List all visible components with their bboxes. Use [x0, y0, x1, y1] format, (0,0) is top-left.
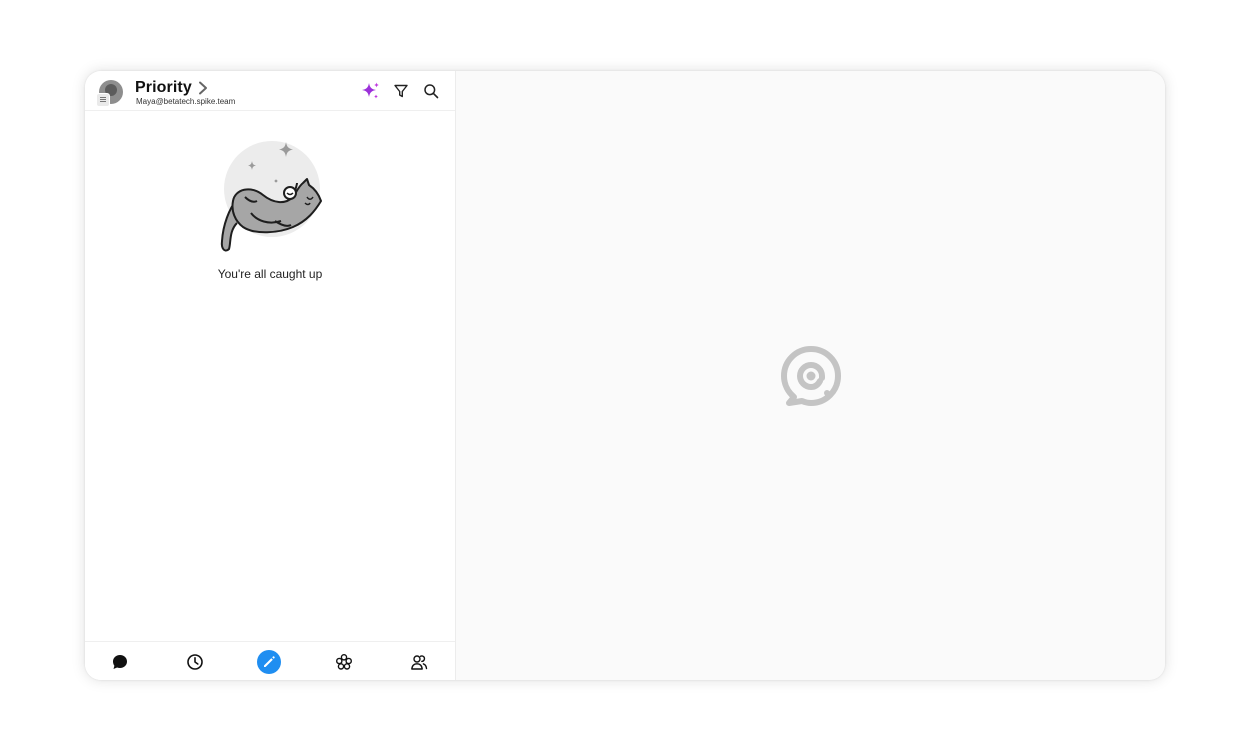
compose-pencil-icon	[264, 656, 275, 667]
folder-title: Priority	[135, 79, 192, 96]
search-icon	[424, 84, 439, 99]
empty-state-message: You're all caught up	[217, 267, 323, 281]
search-button[interactable]	[421, 81, 441, 101]
inbox-header: Priority Maya@betatech.spike.team	[85, 71, 455, 111]
sleeping-cat-illustration	[220, 141, 322, 252]
nav-contacts[interactable]	[408, 651, 430, 673]
chat-icon	[113, 655, 127, 669]
ai-sparkle-button[interactable]	[361, 81, 381, 101]
groups-icon	[336, 654, 353, 670]
filter-button[interactable]	[391, 81, 411, 101]
chevron-right-icon	[198, 81, 207, 95]
account-avatar[interactable]	[96, 80, 123, 107]
ai-sparkle-icon	[362, 82, 379, 99]
empty-state: You're all caught up	[85, 139, 455, 281]
contacts-icon	[411, 655, 428, 670]
filter-icon	[394, 84, 408, 98]
bottom-nav	[85, 641, 455, 680]
spike-logo-icon	[781, 346, 841, 406]
nav-later[interactable]	[184, 651, 206, 673]
clock-icon	[187, 654, 203, 670]
inbox-pane: Priority Maya@betatech.spike.team You're…	[85, 71, 456, 680]
menu-badge-icon	[96, 93, 110, 107]
account-email: Maya@betatech.spike.team	[136, 97, 236, 106]
folder-switcher[interactable]: Priority	[135, 78, 208, 98]
reading-pane	[456, 71, 1165, 680]
compose-button[interactable]	[257, 650, 281, 674]
app-window: Priority Maya@betatech.spike.team You're…	[85, 71, 1165, 680]
nav-groups[interactable]	[333, 651, 355, 673]
nav-chats[interactable]	[109, 651, 131, 673]
